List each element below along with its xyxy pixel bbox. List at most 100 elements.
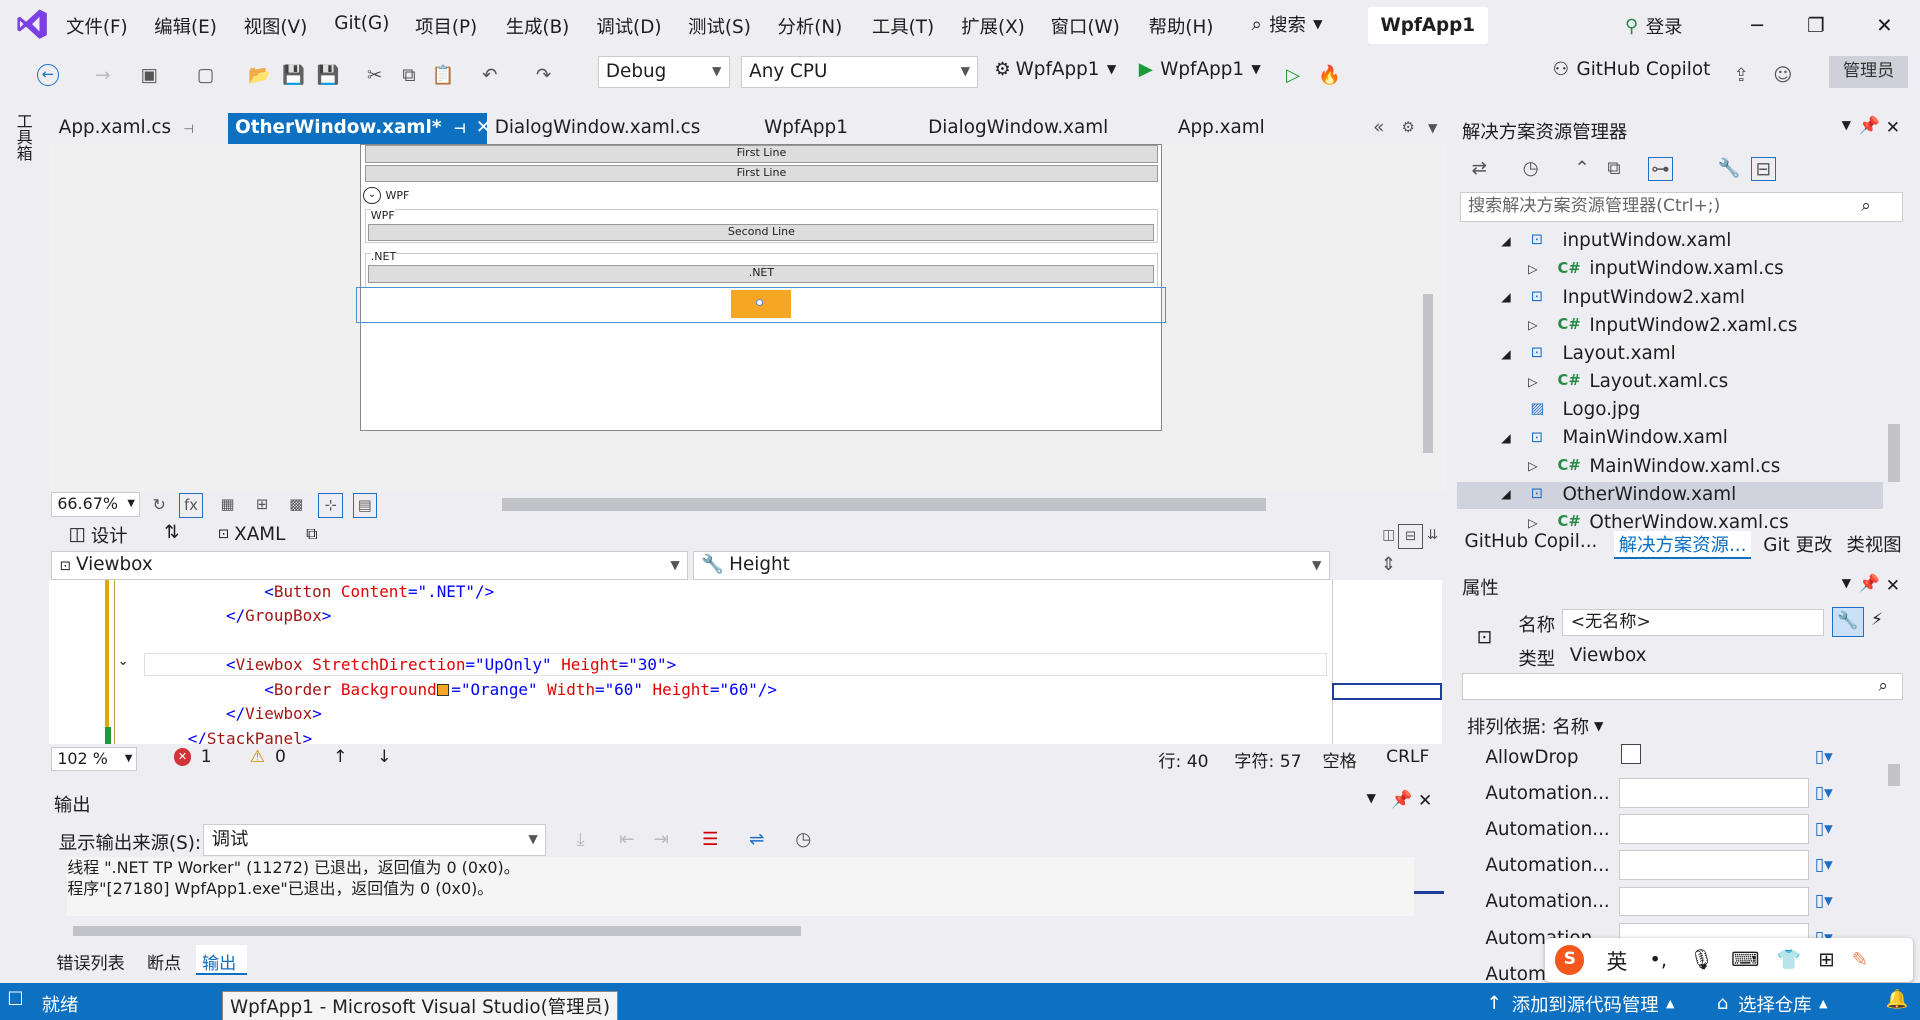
refresh-icon[interactable]: ↻ (147, 493, 171, 517)
property-value-input[interactable] (1618, 814, 1809, 844)
timestamp-icon[interactable]: ◷ (791, 828, 815, 852)
redo-icon[interactable]: ↷ (531, 64, 555, 88)
allowdrop-checkbox[interactable] (1621, 744, 1641, 765)
props-pin-icon[interactable]: 📌 (1859, 574, 1880, 594)
code-line[interactable]: <Border Background ="Orange" Width="60" H… (149, 680, 777, 699)
menu-item[interactable]: 测试(S) (688, 13, 751, 39)
tree-item[interactable]: ▷ C# Layout.xaml.cs (1457, 370, 1883, 397)
pin-icon[interactable]: 📌 (1391, 790, 1412, 810)
property-navigation-select[interactable]: 🔧 Height ▼ (693, 551, 1330, 581)
first-line-button-2[interactable]: First Line (364, 165, 1159, 183)
designer-hscroll-thumb[interactable] (502, 498, 1267, 511)
collapse-region-icon[interactable]: ⌄ (118, 654, 129, 669)
preview-selected-icon[interactable]: ⊟ (1751, 156, 1776, 182)
database-icon[interactable]: ▯▾ (1815, 819, 1833, 839)
tab-pin-icon[interactable]: ⊣ (454, 122, 466, 137)
document-tab[interactable]: App.xaml.cs ⊣ (51, 113, 222, 145)
assistant-icon[interactable]: ✎ (1852, 948, 1868, 971)
sol-dropdown-icon[interactable]: ▼ (1842, 118, 1851, 132)
show-all-files-icon[interactable]: ⧉ (1602, 157, 1626, 181)
horizontal-split-icon[interactable]: ⊟ (1398, 524, 1423, 549)
color-swatch[interactable] (436, 683, 449, 697)
document-tab[interactable]: WpfApp1 (757, 113, 919, 145)
minimize-button[interactable]: ─ (1739, 10, 1776, 42)
solution-panel-tab[interactable]: 解决方案资源... (1613, 531, 1752, 560)
visual-studio-logo-icon[interactable] (15, 7, 49, 41)
previous-issue-icon[interactable]: ↑ (333, 747, 347, 767)
char-indicator[interactable]: 字符: 57 (1234, 747, 1301, 772)
warning-count[interactable]: ⚠ 0 (250, 747, 286, 767)
checkerboard-icon[interactable]: ▩ (284, 493, 308, 517)
second-line-button[interactable]: Second Line (368, 223, 1155, 241)
collapsed-chevron-icon[interactable]: ▷ (1528, 262, 1537, 276)
word-wrap-icon[interactable]: ⇌ (744, 828, 768, 852)
designer-zoom-select[interactable]: 66.67% ▼ (51, 492, 140, 517)
properties-view-icon[interactable]: 🔧 (1831, 607, 1864, 637)
navigate-back-icon[interactable]: ← (36, 63, 59, 86)
cut-icon[interactable]: ✂ (362, 64, 386, 88)
menu-item[interactable]: 帮助(H) (1149, 13, 1214, 39)
element-navigation-select[interactable]: ⊡ Viewbox ▼ (51, 551, 689, 581)
tree-item[interactable]: ◢ ⊡ MainWindow.xaml (1457, 426, 1883, 453)
add-item-icon[interactable]: ▢ (193, 64, 217, 88)
split-adjust-icon[interactable]: ⇕ (1376, 553, 1400, 577)
share-icon[interactable]: ⇪ (1729, 64, 1753, 88)
props-dropdown-icon[interactable]: ▼ (1842, 576, 1851, 590)
keyboard-icon[interactable]: ⌨ (1731, 948, 1759, 971)
menu-item[interactable]: 项目(P) (415, 13, 477, 39)
code-minimap[interactable] (1332, 580, 1443, 745)
props-close-icon[interactable]: ✕ (1886, 576, 1900, 596)
start-debugging-button[interactable]: ▶ WpfApp1 ▼ (1139, 59, 1261, 80)
device-icon[interactable]: ▤ (352, 493, 378, 518)
expanded-chevron-icon[interactable]: ◢ (1501, 347, 1510, 361)
tree-item[interactable]: ◢ ⊡ Layout.xaml (1457, 342, 1883, 369)
close-window-button[interactable]: ✕ (1866, 10, 1903, 42)
new-project-icon[interactable]: ▣ (137, 64, 161, 88)
whitespace-indicator[interactable]: 空格 (1322, 747, 1356, 772)
design-tab[interactable]: ◫ 设计 (69, 522, 128, 548)
net-button[interactable]: .NET (368, 265, 1155, 283)
menu-item[interactable]: Git(G) (334, 13, 389, 34)
notifications-icon[interactable]: 🔔 (1886, 989, 1909, 1010)
code-line[interactable]: </GroupBox> (149, 606, 331, 625)
startup-project-select[interactable]: ⚙ WpfApp1 ▼ (994, 59, 1116, 80)
props-vscroll-thumb[interactable] (1888, 764, 1901, 787)
name-input[interactable]: <无名称> (1562, 608, 1825, 636)
solution-search-input[interactable]: 搜索解决方案资源管理器(Ctrl+;) (1459, 192, 1903, 222)
collapsed-chevron-icon[interactable]: ▷ (1528, 318, 1537, 332)
tree-item[interactable]: ◢ ⊡ OtherWindow.xaml (1457, 482, 1884, 510)
sync-with-doc-icon[interactable]: ⊶ (1648, 156, 1673, 182)
code-line[interactable]: </Viewbox> (149, 704, 322, 723)
swap-panes-icon[interactable]: ⇅ (164, 522, 179, 543)
skin-icon[interactable]: 👕 (1777, 948, 1801, 971)
snap-grid-icon[interactable]: ⊞ (250, 493, 274, 517)
expanded-chevron-icon[interactable]: ◢ (1501, 290, 1510, 304)
switch-views-icon[interactable]: ⇄ (1467, 157, 1491, 181)
document-tab[interactable]: DialogWindow.xaml.cs (487, 113, 754, 145)
menu-item[interactable]: 视图(V) (244, 13, 308, 39)
first-line-button-1[interactable]: First Line (364, 145, 1159, 163)
collapse-pane-icon[interactable]: ⇊ (1420, 524, 1444, 548)
properties-wrench-icon[interactable]: 🔧 (1717, 157, 1741, 181)
selection-handle[interactable] (755, 298, 763, 307)
dropdown-icon[interactable]: ▼ (1420, 116, 1444, 140)
collapsed-chevron-icon[interactable]: ▷ (1528, 459, 1537, 473)
navigate-forward-icon[interactable]: → (91, 64, 115, 88)
xaml-tab[interactable]: ⊡ XAML (218, 524, 285, 545)
collapsed-chevron-icon[interactable]: ▷ (1528, 516, 1537, 530)
restore-button[interactable]: ❐ (1798, 10, 1835, 42)
ime-language[interactable]: 英 (1607, 945, 1628, 975)
collapsed-chevron-icon[interactable]: ▷ (1528, 375, 1537, 389)
copy-icon[interactable]: ⧉ (397, 64, 421, 88)
find-message-icon[interactable]: ⤓ (568, 828, 592, 852)
toolbox-grid-icon[interactable]: ⊞ (1818, 948, 1834, 971)
sol-close-icon[interactable]: ✕ (1886, 118, 1900, 138)
expanded-chevron-icon[interactable]: ◢ (1501, 487, 1510, 501)
clear-all-icon[interactable]: ☰ (698, 828, 722, 852)
menu-item[interactable]: 生成(B) (506, 13, 570, 39)
document-tab[interactable]: App.xaml (1171, 113, 1318, 145)
menu-item[interactable]: 调试(D) (596, 13, 661, 39)
code-line[interactable]: <Viewbox StretchDirection="UpOnly" Heigh… (149, 655, 676, 674)
output-hscroll-thumb[interactable] (73, 925, 801, 936)
code-line[interactable]: <Button Content=".NET"/> (149, 582, 494, 601)
